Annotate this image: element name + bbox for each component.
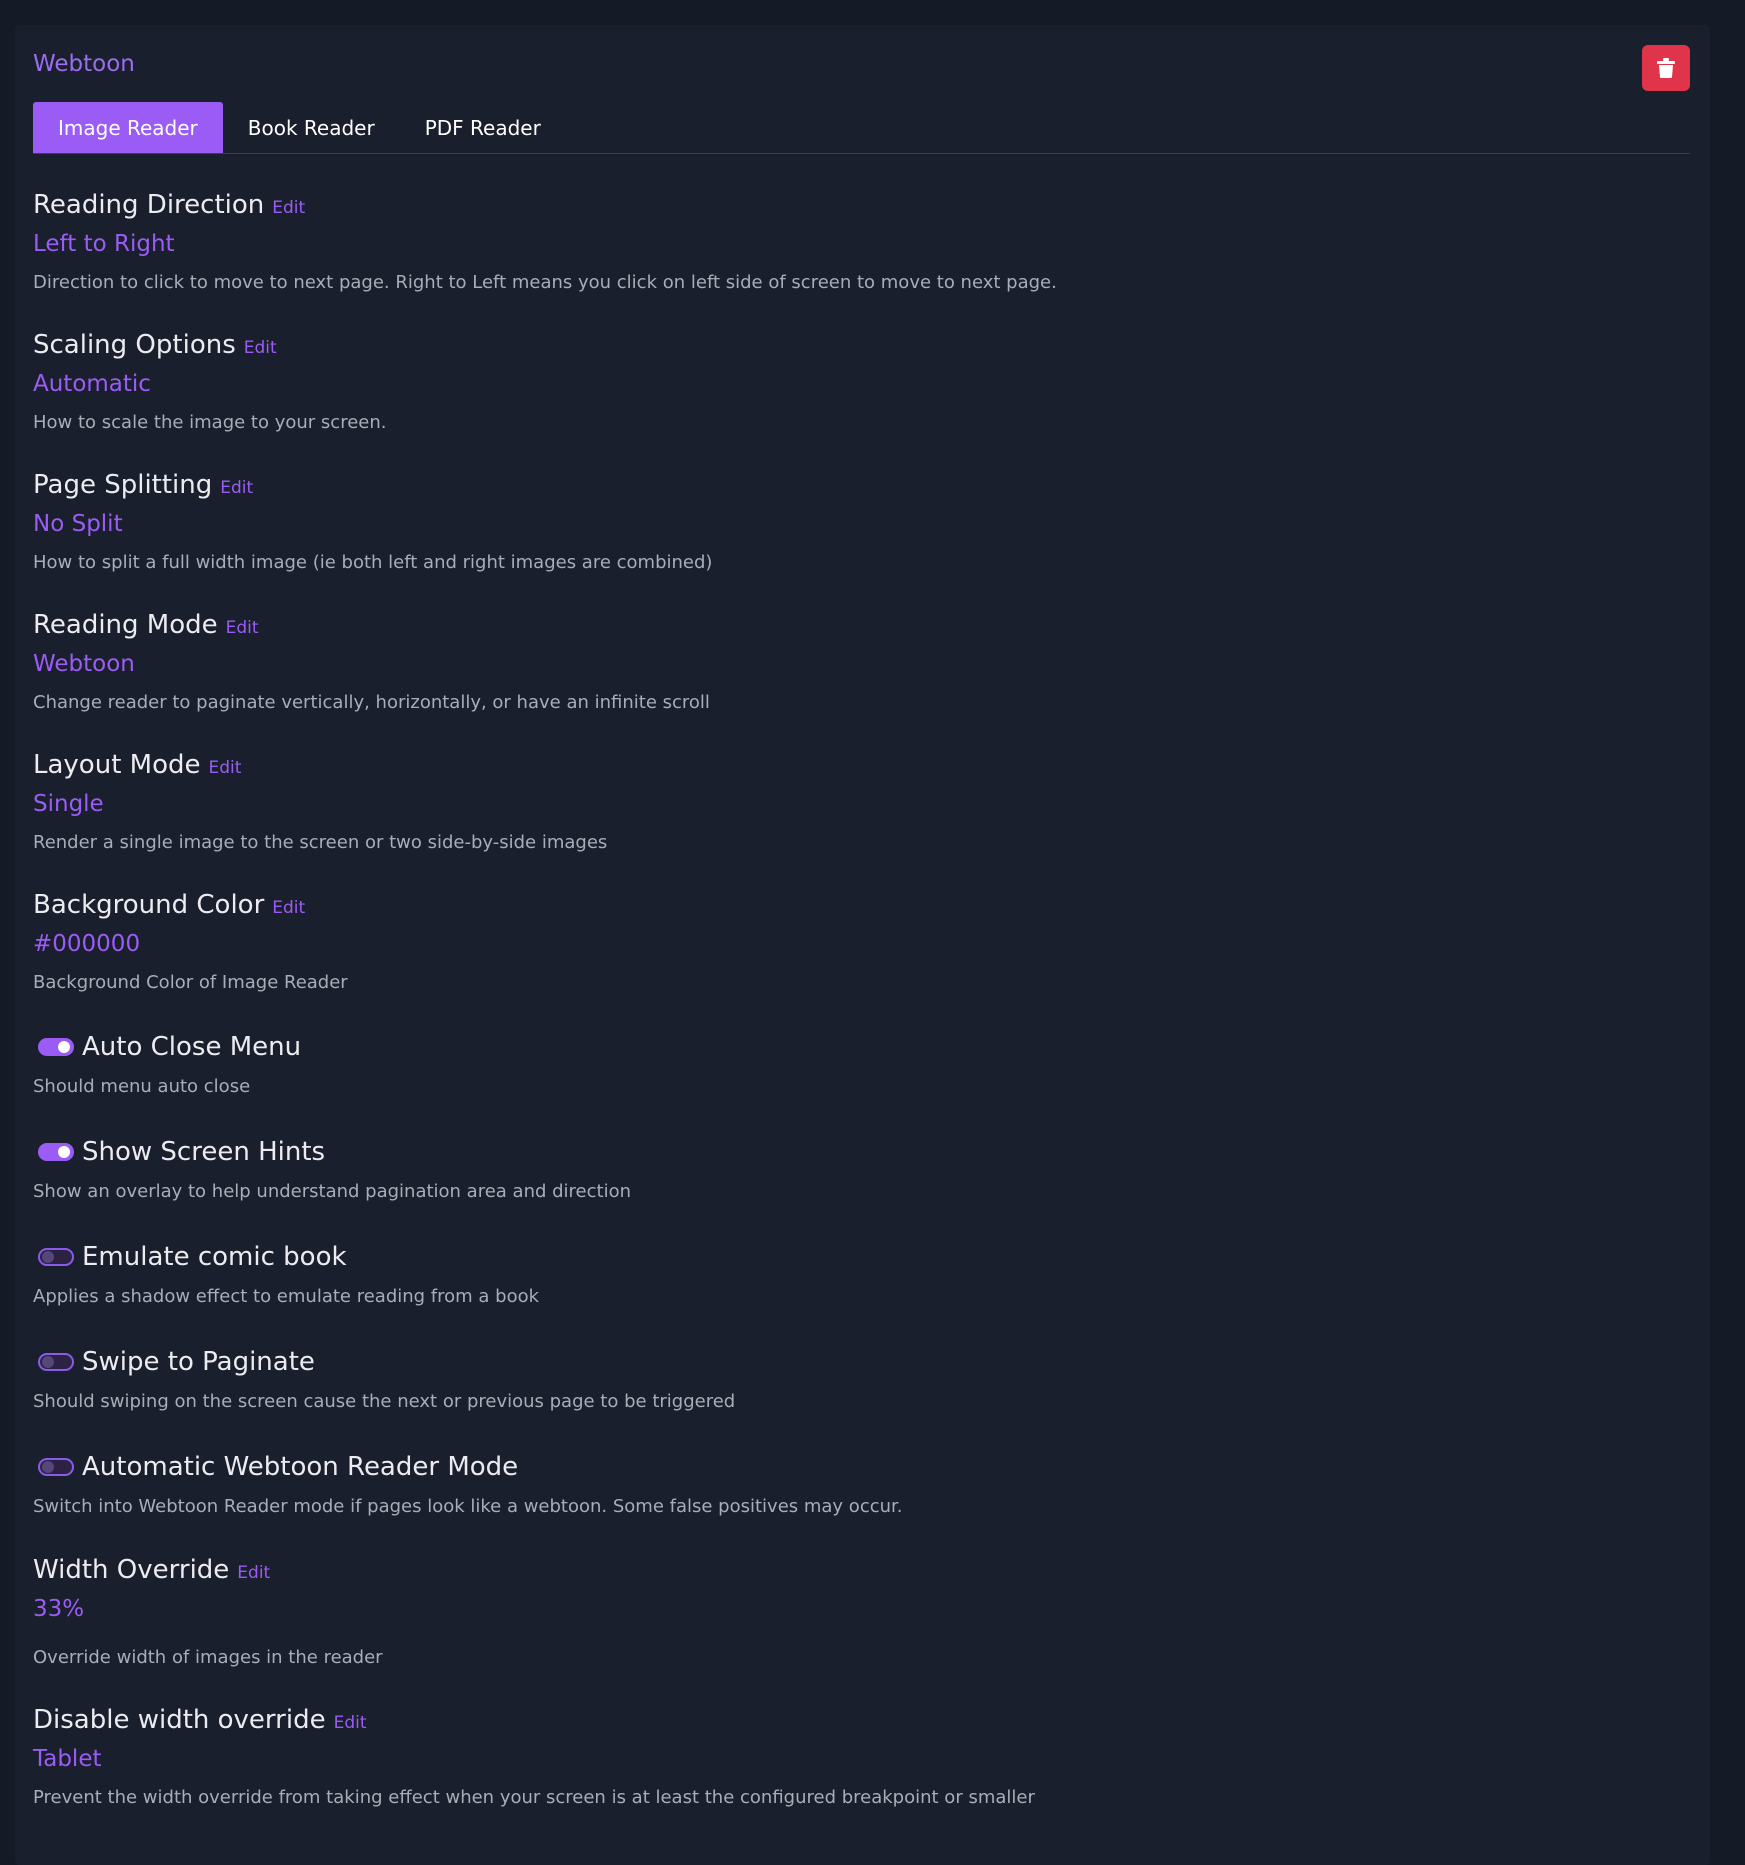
setting-description: Direction to click to move to next page.… xyxy=(33,272,1057,293)
toggle-label: Swipe to Paginate xyxy=(82,1347,315,1377)
setting-title: Reading Direction Edit xyxy=(33,190,305,220)
toggle-knob xyxy=(58,1146,70,1158)
setting-reading-mode: Reading Mode Edit Webtoon Change reader t… xyxy=(33,610,1693,750)
setting-description: Should swiping on the screen cause the n… xyxy=(33,1391,736,1412)
setting-title-text: Reading Mode xyxy=(33,610,218,640)
setting-reading-direction: Reading Direction Edit Left to Right Dire… xyxy=(33,190,1693,330)
swipe-to-paginate-toggle[interactable] xyxy=(38,1353,74,1371)
image-reader-settings: Reading Direction Edit Left to Right Dire… xyxy=(33,190,1693,1845)
edit-background-color-link[interactable]: Edit xyxy=(272,898,305,918)
tab-pdf-reader[interactable]: PDF Reader xyxy=(400,102,566,153)
setting-value: 33% xyxy=(33,1596,85,1622)
setting-value: Tablet xyxy=(33,1746,102,1772)
setting-title-text: Reading Direction xyxy=(33,190,265,220)
toggle-label: Emulate comic book xyxy=(82,1242,347,1272)
edit-width-override-link[interactable]: Edit xyxy=(237,1563,270,1583)
setting-page-splitting: Page Splitting Edit No Split How to split… xyxy=(33,470,1693,610)
edit-disable-width-override-link[interactable]: Edit xyxy=(334,1713,367,1733)
setting-description: How to split a full width image (ie both… xyxy=(33,552,713,573)
setting-description: Override width of images in the reader xyxy=(33,1647,383,1668)
setting-value: Left to Right xyxy=(33,231,175,257)
setting-show-screen-hints: Show Screen Hints Show an overlay to hel… xyxy=(33,1135,1693,1240)
setting-title-text: Layout Mode xyxy=(33,750,201,780)
edit-layout-mode-link[interactable]: Edit xyxy=(209,758,242,778)
toggle-knob xyxy=(42,1251,54,1263)
setting-description: Switch into Webtoon Reader mode if pages… xyxy=(33,1496,903,1517)
setting-title: Scaling Options Edit xyxy=(33,330,277,360)
profile-name: Webtoon xyxy=(33,51,135,77)
setting-value: Webtoon xyxy=(33,651,135,677)
delete-profile-button[interactable] xyxy=(1642,45,1690,91)
setting-title: Width Override Edit xyxy=(33,1555,270,1585)
setting-width-override: Width Override Edit 33% Override width of… xyxy=(33,1555,1693,1705)
setting-title-text: Scaling Options xyxy=(33,330,236,360)
setting-title: Background Color Edit xyxy=(33,890,305,920)
tab-book-reader[interactable]: Book Reader xyxy=(223,102,400,153)
reader-tabs: Image Reader Book Reader PDF Reader xyxy=(33,102,1690,154)
toggle-label: Automatic Webtoon Reader Mode xyxy=(82,1452,519,1482)
setting-title-text: Width Override xyxy=(33,1555,230,1585)
setting-description: Change reader to paginate vertically, ho… xyxy=(33,692,710,713)
setting-auto-webtoon-mode: Automatic Webtoon Reader Mode Switch int… xyxy=(33,1450,1693,1555)
setting-description: Background Color of Image Reader xyxy=(33,972,348,993)
edit-page-splitting-link[interactable]: Edit xyxy=(220,478,253,498)
setting-value: Automatic xyxy=(33,371,151,397)
reading-profile-card: Webtoon Image Reader Book Reader PDF Rea… xyxy=(15,25,1710,1865)
setting-description: Applies a shadow effect to emulate readi… xyxy=(33,1286,540,1307)
toggle-row: Show Screen Hints xyxy=(33,1135,325,1169)
edit-scaling-options-link[interactable]: Edit xyxy=(244,338,277,358)
edit-reading-mode-link[interactable]: Edit xyxy=(226,618,259,638)
toggle-row: Swipe to Paginate xyxy=(33,1345,315,1379)
auto-webtoon-mode-toggle[interactable] xyxy=(38,1458,74,1476)
setting-title: Page Splitting Edit xyxy=(33,470,253,500)
setting-description: How to scale the image to your screen. xyxy=(33,412,387,433)
setting-scaling-options: Scaling Options Edit Automatic How to sca… xyxy=(33,330,1693,470)
auto-close-menu-toggle[interactable] xyxy=(38,1038,74,1056)
edit-reading-direction-link[interactable]: Edit xyxy=(272,198,305,218)
tab-image-reader[interactable]: Image Reader xyxy=(33,102,223,153)
toggle-row: Emulate comic book xyxy=(33,1240,347,1274)
setting-description: Show an overlay to help understand pagin… xyxy=(33,1181,632,1202)
toggle-knob xyxy=(58,1041,70,1053)
setting-background-color: Background Color Edit #000000 Background … xyxy=(33,890,1693,1030)
toggle-row: Automatic Webtoon Reader Mode xyxy=(33,1450,518,1484)
setting-title: Reading Mode Edit xyxy=(33,610,259,640)
toggle-label: Auto Close Menu xyxy=(82,1032,302,1062)
setting-disable-width-override: Disable width override Edit Tablet Preven… xyxy=(33,1705,1693,1845)
setting-title-text: Disable width override xyxy=(33,1705,326,1735)
show-screen-hints-toggle[interactable] xyxy=(38,1143,74,1161)
setting-title: Layout Mode Edit xyxy=(33,750,241,780)
setting-description: Should menu auto close xyxy=(33,1076,251,1097)
setting-title-text: Page Splitting xyxy=(33,470,213,500)
emulate-comic-book-toggle[interactable] xyxy=(38,1248,74,1266)
setting-swipe-to-paginate: Swipe to Paginate Should swiping on the … xyxy=(33,1345,1693,1450)
setting-description: Render a single image to the screen or t… xyxy=(33,832,608,853)
setting-title-text: Background Color xyxy=(33,890,265,920)
setting-auto-close-menu: Auto Close Menu Should menu auto close xyxy=(33,1030,1693,1135)
setting-layout-mode: Layout Mode Edit Single Render a single i… xyxy=(33,750,1693,890)
toggle-knob xyxy=(42,1461,54,1473)
setting-title: Disable width override Edit xyxy=(33,1705,367,1735)
toggle-row: Auto Close Menu xyxy=(33,1030,301,1064)
toggle-label: Show Screen Hints xyxy=(82,1137,326,1167)
setting-value: Single xyxy=(33,791,104,817)
trash-icon xyxy=(1657,58,1675,78)
setting-value: No Split xyxy=(33,511,123,537)
toggle-knob xyxy=(42,1356,54,1368)
setting-value: #000000 xyxy=(33,931,141,957)
setting-description: Prevent the width override from taking e… xyxy=(33,1787,1035,1808)
setting-emulate-comic-book: Emulate comic book Applies a shadow effe… xyxy=(33,1240,1693,1345)
